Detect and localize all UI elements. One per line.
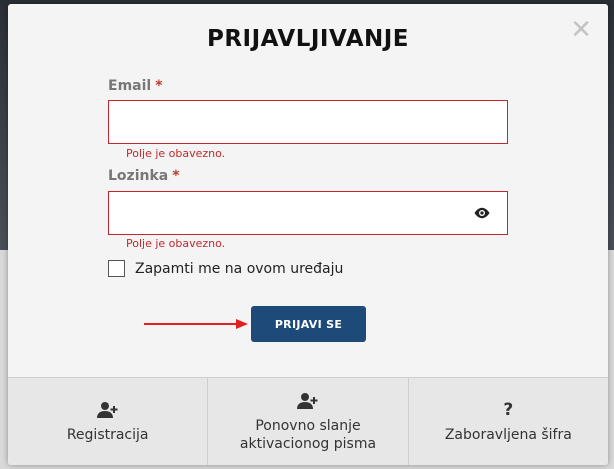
footer-registration[interactable]: Registracija <box>8 378 209 465</box>
password-required-mark: * <box>172 168 180 184</box>
password-label: Lozinka * <box>108 168 180 184</box>
footer-resend-activation[interactable]: Ponovno slanje aktivacionog pisma <box>208 378 409 465</box>
question-glyph: ? <box>503 399 514 420</box>
eye-icon[interactable] <box>473 207 491 219</box>
red-arrow-icon <box>144 319 248 329</box>
user-plus-icon <box>296 391 319 411</box>
password-label-text: Lozinka <box>108 168 169 184</box>
footer-forgot-password-label: Zaboravljena šifra <box>444 426 572 443</box>
email-label-text: Email <box>108 78 152 94</box>
email-field[interactable] <box>108 100 508 144</box>
user-plus-icon <box>96 400 119 420</box>
remember-me-label: Zapamti me na ovom uređaju <box>135 260 344 277</box>
modal-title: PRIJAVLJIVANJE <box>206 26 410 52</box>
login-modal: ✕ PRIJAVLJIVANJE Email * Polje je obavezn… <box>8 4 608 465</box>
remember-me-row: Zapamti me na ovom uređaju <box>108 260 343 277</box>
modal-footer: Registracija Ponovno slanje aktivacionog… <box>8 377 608 465</box>
email-label: Email * <box>108 78 163 94</box>
email-required-mark: * <box>155 78 163 94</box>
password-error: Polje je obavezno. <box>126 237 226 250</box>
footer-forgot-password[interactable]: ? Zaboravljena šifra <box>409 378 608 465</box>
remember-me-checkbox[interactable] <box>108 260 125 277</box>
footer-registration-label: Registracija <box>66 426 149 443</box>
password-field[interactable] <box>108 191 508 235</box>
login-button[interactable]: PRIJAVI SE <box>251 306 366 342</box>
question-icon: ? <box>503 400 513 420</box>
footer-resend-activation-label: Ponovno slanje aktivacionog pisma <box>239 417 377 452</box>
email-error: Polje je obavezno. <box>126 147 226 160</box>
